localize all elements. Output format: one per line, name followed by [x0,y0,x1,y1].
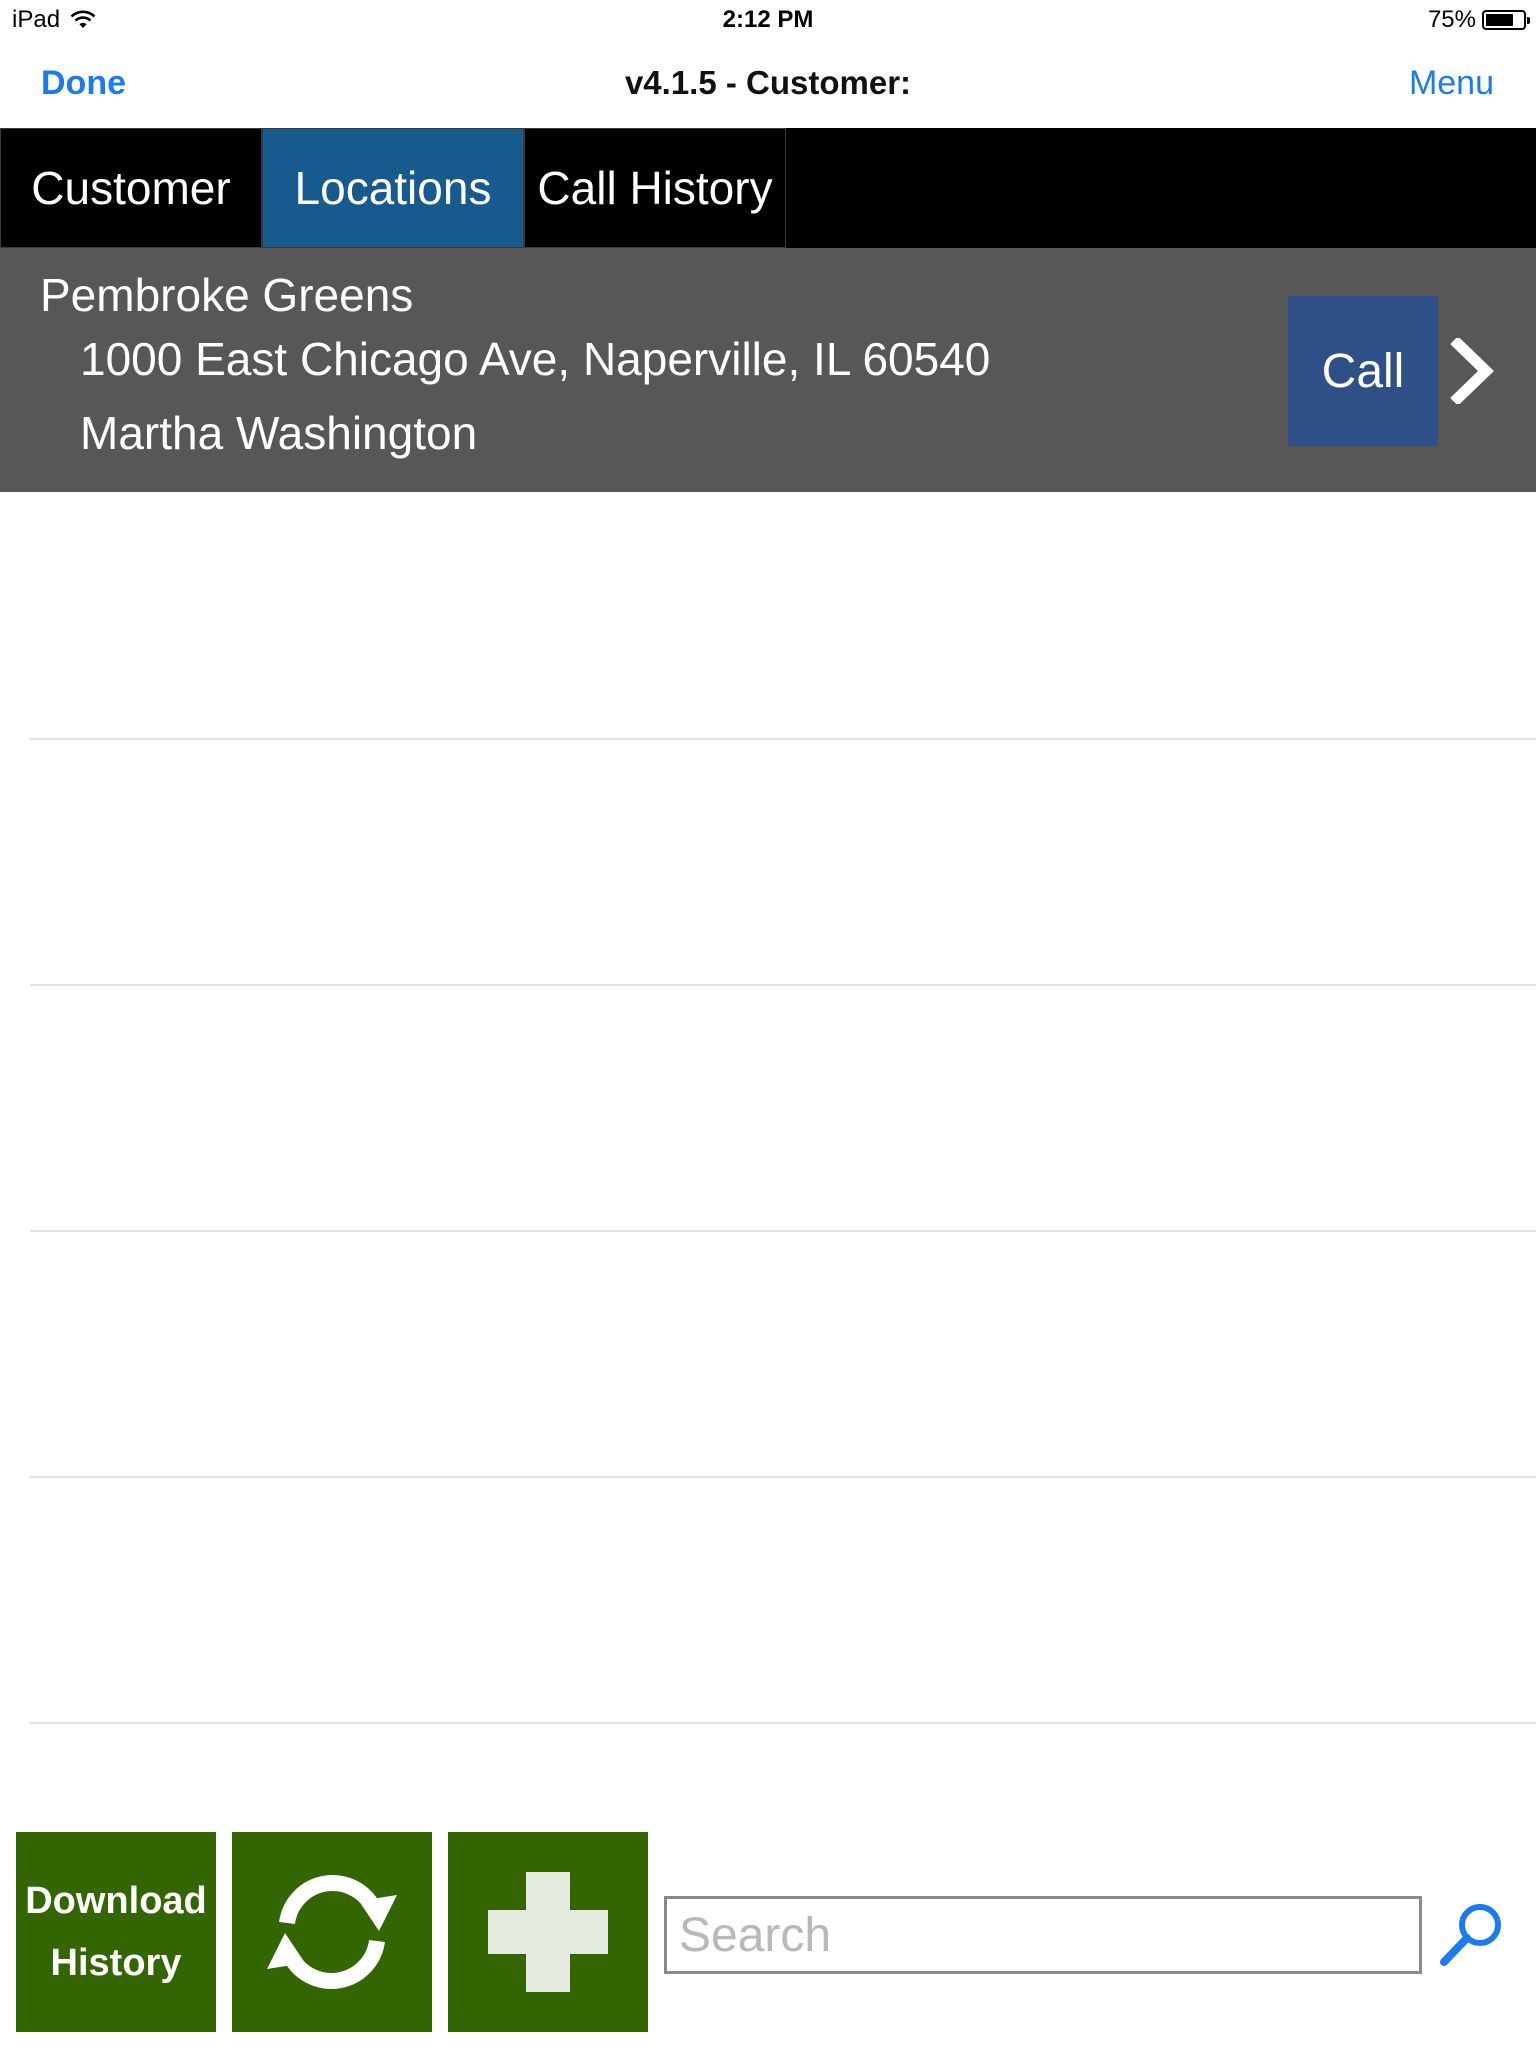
download-history-button[interactable]: Download History [16,1832,216,2032]
location-contact: Martha Washington [80,407,478,459]
add-button[interactable] [448,1832,648,2032]
battery-fill [1486,14,1513,26]
refresh-button[interactable] [232,1832,432,2032]
menu-button[interactable]: Menu [1409,64,1494,103]
call-button[interactable]: Call [1288,296,1438,446]
status-time: 2:12 PM [722,6,814,33]
tab-locations[interactable]: Locations [262,128,524,248]
search-icon[interactable] [1436,1898,1508,1970]
list-separator [30,738,1536,740]
status-right: 75% [1427,6,1530,34]
page-title: v4.1.5 - Customer: [624,64,912,101]
battery-tip [1527,17,1530,24]
list-separator [30,984,1536,986]
list-separator [30,1230,1536,1232]
search-input[interactable] [664,1896,1422,1974]
location-name: Pembroke Greens [40,269,414,321]
plus-icon [488,1872,608,1992]
download-label-line1: Download [25,1880,207,1922]
list-separator [30,1722,1536,1724]
list-separator [30,1476,1536,1478]
download-label-line2: History [50,1942,182,1984]
refresh-icon [267,1875,397,1989]
navigation-bar: Done v4.1.5 - Customer: Menu [0,40,1536,128]
tab-call-history[interactable]: Call History [524,128,786,248]
chevron-right-icon[interactable] [1448,338,1498,404]
location-row[interactable]: Pembroke Greens 1000 East Chicago Ave, N… [0,248,1536,492]
battery-percent: 75% [1427,6,1476,33]
location-address: 1000 East Chicago Ave, Naperville, IL 60… [80,333,991,385]
tab-customer[interactable]: Customer [0,128,262,248]
tab-bar: Customer Locations Call History [0,128,1536,248]
battery-icon [1482,10,1530,30]
status-bar: iPad 2:12 PM 75% [0,0,1536,40]
